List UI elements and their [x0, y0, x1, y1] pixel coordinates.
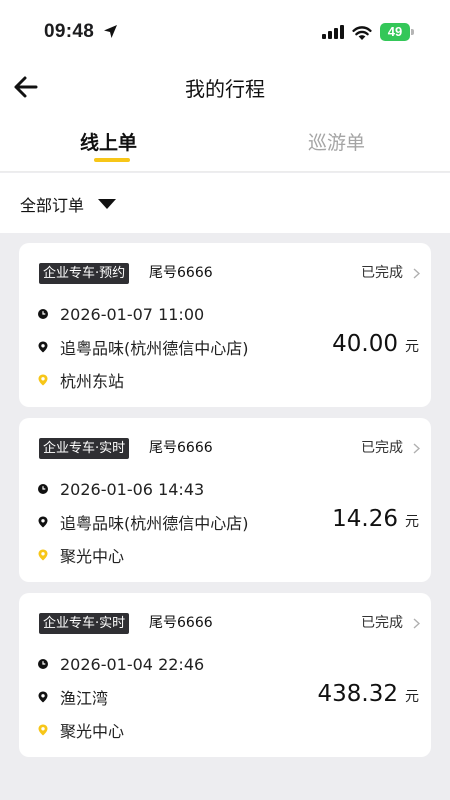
order-filter-label: 全部订单 [20, 196, 85, 215]
order-time: 2026-01-07 11:00 [60, 304, 205, 324]
order-status: 已完成 [361, 615, 403, 631]
tab-online-orders[interactable]: 线上单 [80, 128, 137, 155]
price-amount: 40.00 [332, 331, 398, 357]
battery-level: 49 [380, 23, 410, 41]
pickup-location-icon [38, 516, 48, 528]
order-card[interactable]: 企业专车·实时 尾号6666 已完成 2026-01-04 22:46 渔江湾 … [19, 593, 431, 757]
destination-location-icon [38, 374, 48, 386]
tab-cruise-orders[interactable]: 巡游单 [308, 128, 365, 155]
plate-tail-number: 尾号6666 [149, 265, 213, 281]
clock-icon [38, 484, 48, 494]
nav-bar: 我的行程 [0, 62, 450, 112]
order-type-badge: 企业专车·实时 [39, 438, 130, 459]
order-card[interactable]: 企业专车·预约 尾号6666 已完成 2026-01-07 11:00 追粤品味… [19, 243, 431, 407]
price-amount: 438.32 [317, 681, 398, 707]
order-price: 438.32 元 [318, 681, 419, 707]
destination-address: 聚光中心 [60, 547, 125, 566]
status-time: 09:48 [44, 21, 95, 42]
destination-address: 杭州东站 [60, 372, 125, 391]
pickup-address: 追粤品味(杭州德信中心店) [60, 514, 249, 533]
page-title: 我的行程 [185, 77, 265, 101]
price-amount: 14.26 [332, 506, 398, 532]
order-type-badge: 企业专车·预约 [39, 263, 130, 284]
price-unit: 元 [405, 689, 419, 705]
pickup-address: 渔江湾 [60, 689, 109, 708]
order-time: 2026-01-04 22:46 [60, 654, 205, 674]
order-card[interactable]: 企业专车·实时 尾号6666 已完成 2026-01-06 14:43 追粤品味… [19, 418, 431, 582]
cellular-signal-icon [322, 25, 344, 39]
battery-icon: 49 [380, 23, 414, 41]
plate-tail-number: 尾号6666 [149, 615, 213, 631]
tab-bar: 线上单 巡游单 [0, 112, 450, 172]
order-time: 2026-01-06 14:43 [60, 479, 205, 499]
price-unit: 元 [405, 514, 419, 530]
location-arrow-icon [104, 25, 117, 38]
pickup-location-icon [38, 691, 48, 703]
wifi-icon [352, 26, 372, 40]
chevron-right-icon [413, 268, 420, 279]
order-price: 14.26 元 [332, 506, 419, 532]
order-type-badge: 企业专车·实时 [39, 613, 130, 634]
clock-icon [38, 309, 48, 319]
chevron-right-icon [413, 443, 420, 454]
order-list: 企业专车·预约 尾号6666 已完成 2026-01-07 11:00 追粤品味… [19, 243, 431, 768]
filter-bar: 全部订单 [0, 173, 450, 233]
plate-tail-number: 尾号6666 [149, 440, 213, 456]
order-price: 40.00 元 [332, 331, 419, 357]
destination-address: 聚光中心 [60, 722, 125, 741]
caret-down-icon [98, 199, 117, 209]
destination-location-icon [38, 549, 48, 561]
order-filter-dropdown[interactable]: 全部订单 [20, 191, 117, 217]
pickup-address: 追粤品味(杭州德信中心店) [60, 339, 249, 358]
status-bar: 09:48 49 [0, 0, 450, 62]
order-status: 已完成 [361, 265, 403, 281]
clock-icon [38, 659, 48, 669]
active-tab-indicator [94, 158, 130, 162]
destination-location-icon [38, 724, 48, 736]
order-status: 已完成 [361, 440, 403, 456]
pickup-location-icon [38, 341, 48, 353]
chevron-right-icon [413, 618, 420, 629]
price-unit: 元 [405, 339, 419, 355]
